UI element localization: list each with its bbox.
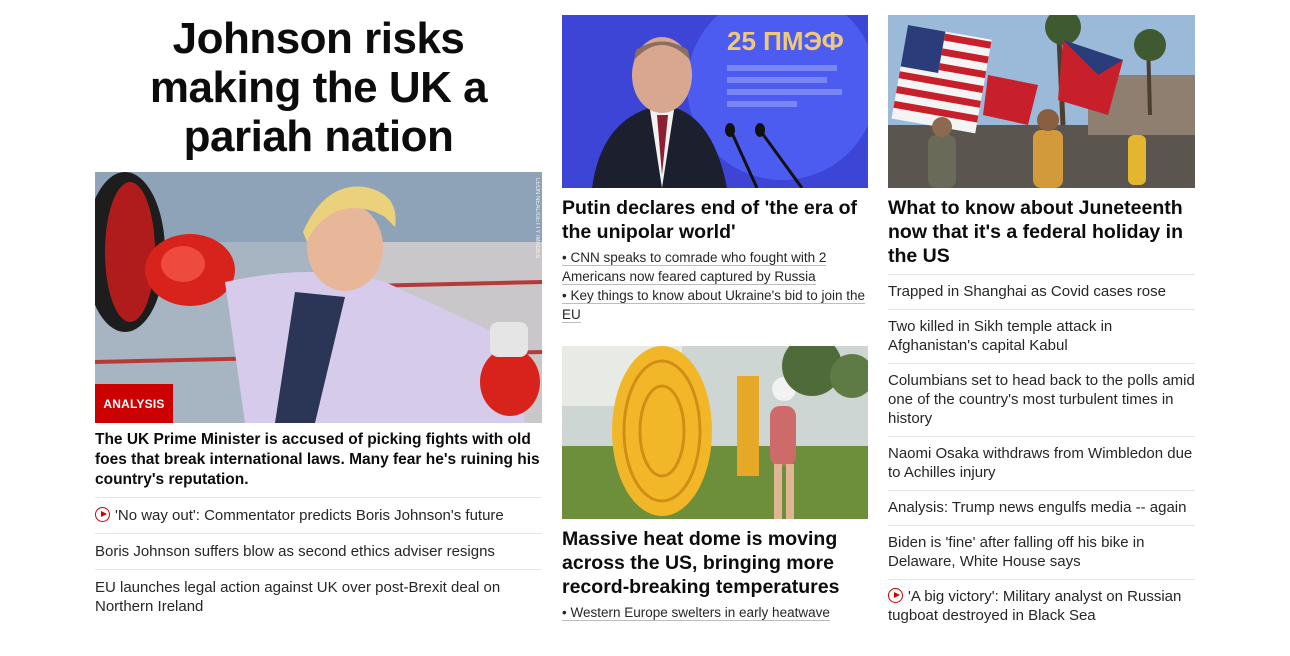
putin-related-links: • CNN speaks to comrade who fought with … bbox=[562, 248, 868, 324]
putin-photo: 25 ПМЭФ bbox=[562, 15, 868, 188]
list-item[interactable]: Biden is 'fine' after falling off his bi… bbox=[888, 525, 1195, 579]
sub-link-text[interactable]: • CNN speaks to comrade who fought with … bbox=[562, 250, 827, 285]
play-video-icon bbox=[95, 507, 110, 522]
lead-headline[interactable]: Johnson risks making the UK a pariah nat… bbox=[95, 14, 542, 161]
sub-link[interactable]: • Western Europe swelters in early heatw… bbox=[562, 603, 868, 622]
list-item[interactable]: Two killed in Sikh temple attack in Afgh… bbox=[888, 309, 1195, 363]
sub-link-text[interactable]: • Key things to know about Ukraine's bid… bbox=[562, 288, 865, 323]
juneteenth-photo bbox=[888, 15, 1195, 188]
link-text[interactable]: Boris Johnson suffers blow as second eth… bbox=[95, 543, 495, 560]
list-item[interactable]: Trapped in Shanghai as Covid cases rose bbox=[888, 274, 1195, 309]
list-item[interactable]: 'A big victory': Military analyst on Rus… bbox=[888, 579, 1195, 633]
link-text[interactable]: 'No way out': Commentator predicts Boris… bbox=[115, 507, 504, 524]
analysis-badge: ANALYSIS bbox=[95, 384, 173, 423]
link-text[interactable]: Analysis: Trump news engulfs media -- ag… bbox=[888, 499, 1186, 516]
right-headline-links: Trapped in Shanghai as Covid cases rose … bbox=[888, 274, 1195, 633]
putin-story-image[interactable]: 25 ПМЭФ bbox=[562, 15, 868, 188]
heat-dome-image[interactable] bbox=[562, 346, 868, 519]
link-text[interactable]: Trapped in Shanghai as Covid cases rose bbox=[888, 283, 1166, 300]
juneteenth-headline[interactable]: What to know about Juneteenth now that i… bbox=[888, 196, 1195, 268]
list-item[interactable]: Columbians set to head back to the polls… bbox=[888, 363, 1195, 436]
list-item[interactable]: 'No way out': Commentator predicts Boris… bbox=[95, 497, 542, 533]
sub-link-text[interactable]: • Western Europe swelters in early heatw… bbox=[562, 605, 830, 621]
photo-credit: LEON NEAL/GETTY IMAGES bbox=[534, 178, 540, 259]
link-text[interactable]: 'A big victory': Military analyst on Rus… bbox=[888, 588, 1181, 624]
play-video-icon bbox=[888, 588, 903, 603]
link-text[interactable]: EU launches legal action against UK over… bbox=[95, 579, 500, 615]
sub-link[interactable]: • Key things to know about Ukraine's bid… bbox=[562, 286, 868, 324]
link-text[interactable]: Biden is 'fine' after falling off his bi… bbox=[888, 534, 1144, 570]
list-item[interactable]: EU launches legal action against UK over… bbox=[95, 569, 542, 624]
juneteenth-image[interactable] bbox=[888, 15, 1195, 188]
lead-related-links: 'No way out': Commentator predicts Boris… bbox=[95, 497, 542, 624]
putin-headline[interactable]: Putin declares end of 'the era of the un… bbox=[562, 196, 868, 244]
forum-logo-text: 25 ПМЭФ bbox=[727, 26, 844, 56]
lead-summary[interactable]: The UK Prime Minister is accused of pick… bbox=[95, 430, 542, 490]
heat-dome-headline[interactable]: Massive heat dome is moving across the U… bbox=[562, 527, 868, 599]
link-text[interactable]: Two killed in Sikh temple attack in Afgh… bbox=[888, 318, 1112, 354]
list-item[interactable]: Naomi Osaka withdraws from Wimbledon due… bbox=[888, 436, 1195, 490]
list-item[interactable]: Boris Johnson suffers blow as second eth… bbox=[95, 533, 542, 569]
sub-link[interactable]: • CNN speaks to comrade who fought with … bbox=[562, 248, 868, 286]
lead-story-image[interactable]: LEON NEAL/GETTY IMAGES ANALYSIS bbox=[95, 172, 542, 423]
list-item[interactable]: Analysis: Trump news engulfs media -- ag… bbox=[888, 490, 1195, 525]
heat-dome-photo bbox=[562, 346, 868, 519]
link-text[interactable]: Naomi Osaka withdraws from Wimbledon due… bbox=[888, 445, 1192, 481]
link-text[interactable]: Columbians set to head back to the polls… bbox=[888, 372, 1195, 427]
heat-dome-related-links: • Western Europe swelters in early heatw… bbox=[562, 603, 868, 622]
